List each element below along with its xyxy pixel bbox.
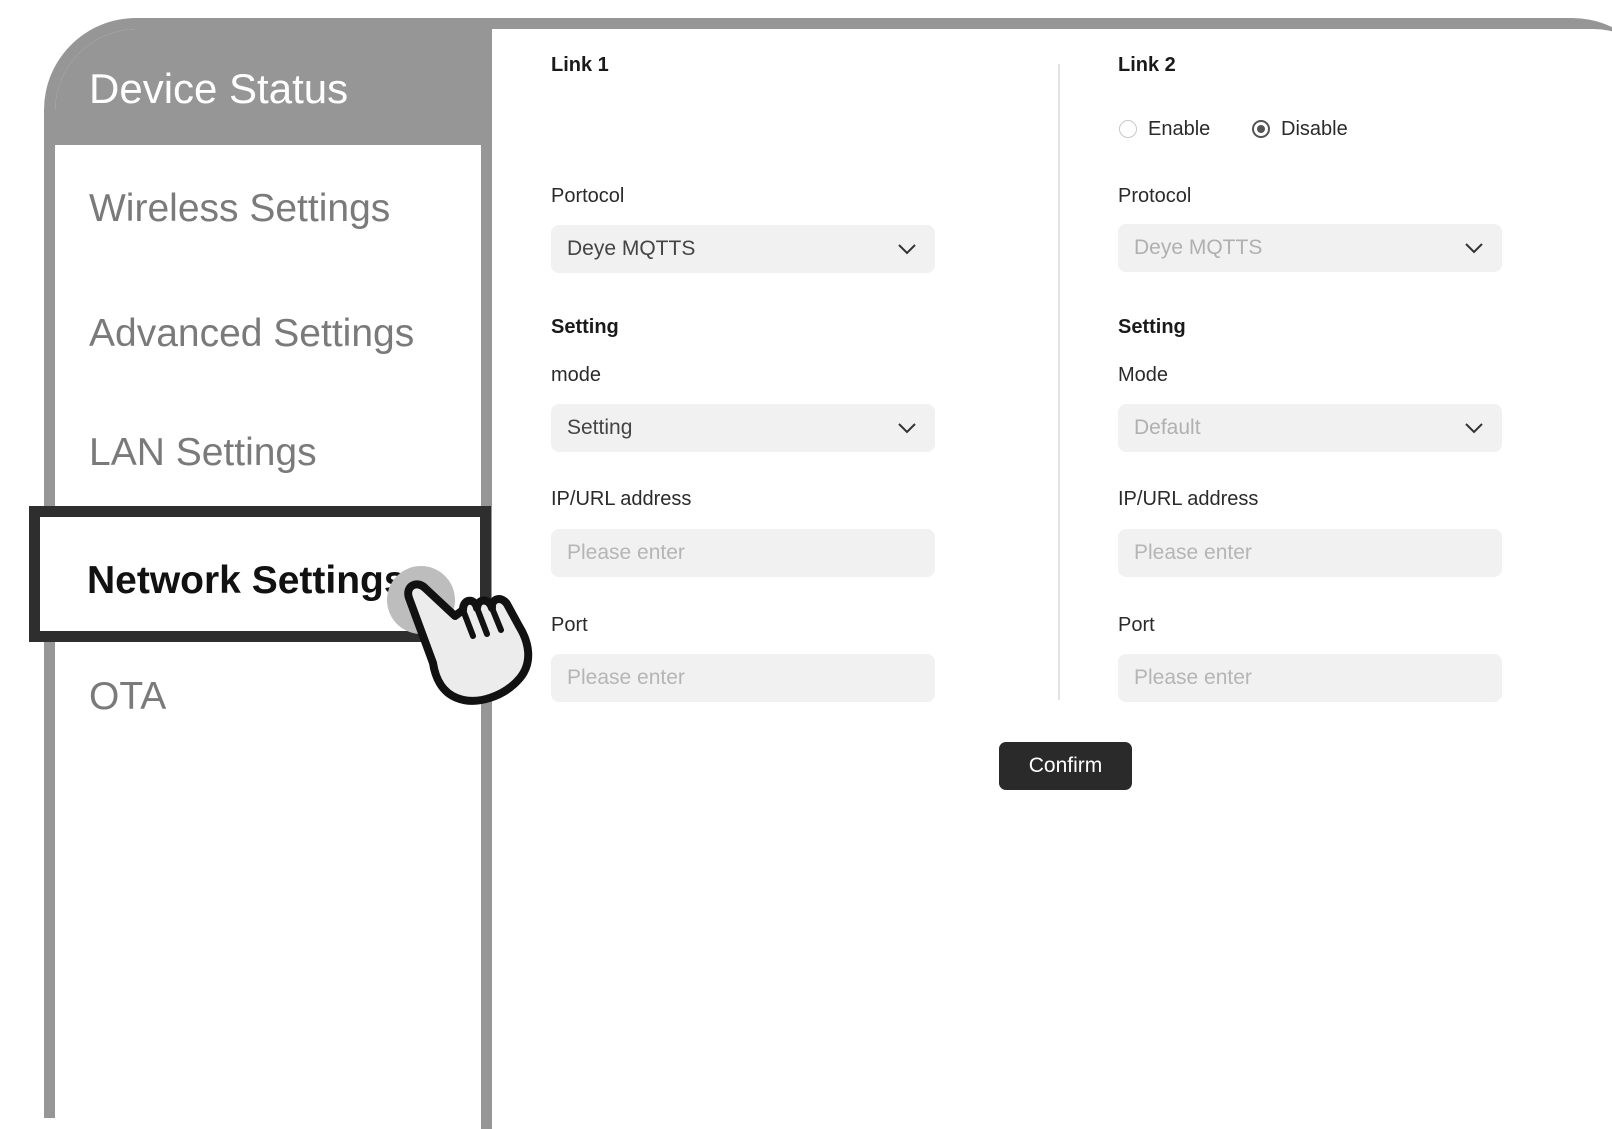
- sidebar-item-advanced-settings[interactable]: Advanced Settings: [89, 312, 414, 356]
- link2-protocol-select[interactable]: Deye MQTTS: [1118, 224, 1502, 272]
- link1-port-label: Port: [551, 614, 588, 636]
- sidebar-item-ota[interactable]: OTA: [89, 675, 166, 719]
- link1-port-input[interactable]: Please enter: [551, 654, 935, 702]
- link1-setting-heading: Setting: [551, 316, 619, 338]
- chevron-down-icon: [898, 244, 916, 255]
- link2-port-input[interactable]: Please enter: [1118, 654, 1502, 702]
- link1-ip-label: IP/URL address: [551, 488, 692, 510]
- link2-mode-value: Default: [1134, 416, 1201, 439]
- link2-ip-input[interactable]: Please enter: [1118, 529, 1502, 577]
- chevron-down-icon: [1465, 423, 1483, 434]
- link2-ip-placeholder: Please enter: [1134, 541, 1252, 564]
- link2-port-label: Port: [1118, 614, 1155, 636]
- link2-ip-label: IP/URL address: [1118, 488, 1259, 510]
- chevron-down-icon: [898, 423, 916, 434]
- link1-protocol-value: Deye MQTTS: [567, 237, 696, 260]
- link1-protocol-select[interactable]: Deye MQTTS: [551, 225, 935, 273]
- link1-mode-value: Setting: [567, 416, 633, 439]
- link2-enable-label[interactable]: Enable: [1148, 118, 1210, 141]
- link2-title: Link 2: [1118, 54, 1176, 76]
- link2-port-placeholder: Please enter: [1134, 666, 1252, 689]
- link1-mode-label: mode: [551, 364, 602, 386]
- link1-protocol-label: Portocol: [551, 185, 625, 207]
- confirm-button[interactable]: Confirm: [999, 742, 1132, 790]
- link2-protocol-label: Protocol: [1118, 185, 1192, 207]
- link2-enable-radio[interactable]: [1119, 120, 1137, 138]
- sidebar-item-lan-settings[interactable]: LAN Settings: [89, 431, 317, 475]
- sidebar-item-wireless-settings[interactable]: Wireless Settings: [89, 187, 390, 231]
- sidebar-item-label: Network Settings: [87, 559, 406, 602]
- link1-mode-select[interactable]: Setting: [551, 404, 935, 452]
- link1-title: Link 1: [551, 54, 609, 76]
- link2-disable-radio[interactable]: [1252, 120, 1270, 138]
- pointing-hand-icon: [404, 580, 533, 705]
- link1-ip-input[interactable]: Please enter: [551, 529, 935, 577]
- column-separator: [1058, 64, 1060, 700]
- link1-port-placeholder: Please enter: [567, 666, 685, 689]
- link2-setting-heading: Setting: [1118, 316, 1186, 338]
- link2-disable-label[interactable]: Disable: [1281, 118, 1348, 141]
- link2-mode-label: Mode: [1118, 364, 1169, 386]
- link2-mode-select[interactable]: Default: [1118, 404, 1502, 452]
- link1-ip-placeholder: Please enter: [567, 541, 685, 564]
- link2-protocol-value: Deye MQTTS: [1134, 236, 1263, 259]
- device-status-header[interactable]: Device Status: [55, 29, 482, 145]
- device-status-label: Device Status: [89, 65, 349, 112]
- chevron-down-icon: [1465, 243, 1483, 254]
